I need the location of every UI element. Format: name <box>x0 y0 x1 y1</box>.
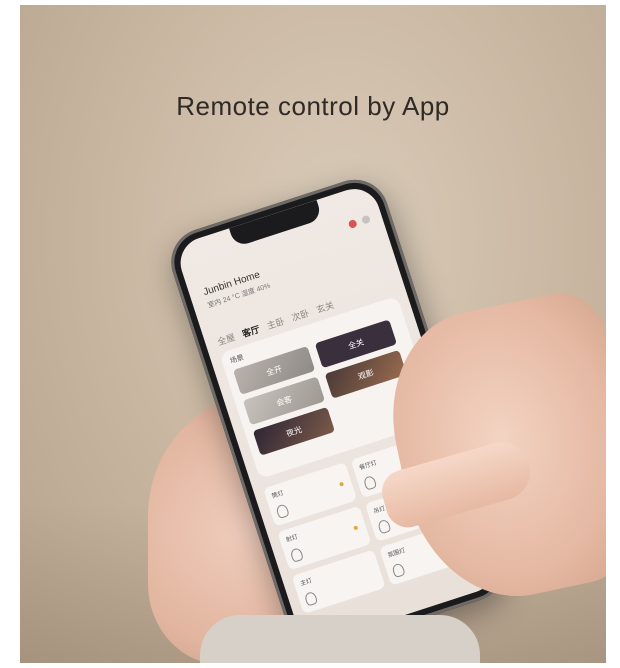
device-name: 筒灯 <box>271 490 285 501</box>
tab-second-bedroom[interactable]: 次卧 <box>290 306 311 324</box>
sleeve <box>200 615 480 663</box>
phone-notch <box>228 200 323 248</box>
device-name: 餐厅灯 <box>358 460 378 472</box>
scene-panel-title: 场景 <box>229 354 245 366</box>
status-dot <box>339 481 345 487</box>
bulb-icon <box>377 518 392 535</box>
device-name: 氛围灯 <box>387 547 407 560</box>
product-photo: Remote control by App Junbin Home 室内 24 … <box>20 5 606 663</box>
settings-icon[interactable] <box>360 214 372 225</box>
device-name: 射灯 <box>285 534 299 544</box>
tab-all[interactable]: 全屋 <box>216 330 237 348</box>
status-dot <box>353 525 359 531</box>
bulb-icon <box>275 503 290 520</box>
tab-entrance[interactable]: 玄关 <box>315 298 336 316</box>
headline: Remote control by App <box>176 91 450 121</box>
bulb-icon <box>289 547 304 563</box>
device-name: 主灯 <box>299 578 313 588</box>
tab-living-room[interactable]: 客厅 <box>240 322 261 340</box>
notification-dot <box>347 218 358 229</box>
tab-master-bedroom[interactable]: 主卧 <box>265 314 286 332</box>
bulb-icon <box>391 562 406 579</box>
bulb-icon <box>303 590 319 607</box>
bulb-icon <box>362 474 378 491</box>
